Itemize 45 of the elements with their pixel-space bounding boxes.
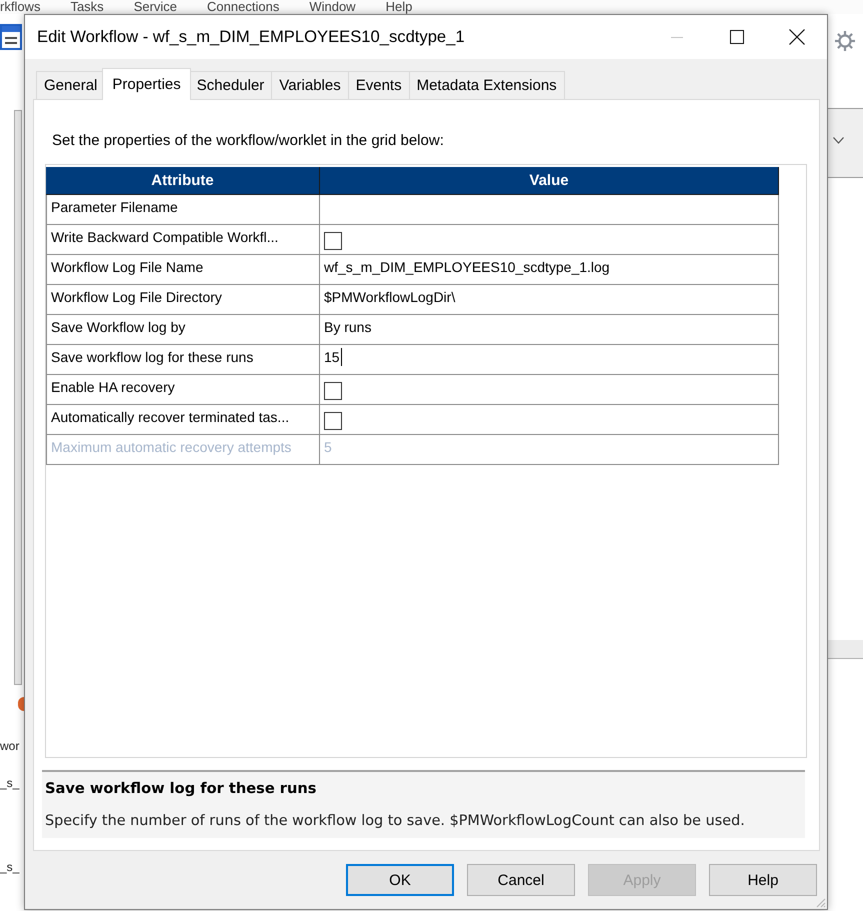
checkbox[interactable] xyxy=(324,412,342,430)
resize-grip-icon[interactable] xyxy=(814,896,826,908)
table-cell: Workflow Log File Directory xyxy=(46,285,320,315)
menu-item[interactable]: Tasks xyxy=(70,0,104,14)
table-cell: By runs xyxy=(320,315,779,345)
description-text: Specify the number of runs of the workflow log to save. $PMWorkflowLogCount can also be used. xyxy=(45,813,746,830)
tab[interactable]: Metadata Extensions xyxy=(408,71,565,99)
scrollbar[interactable] xyxy=(14,110,22,685)
instruction-text: Set the properties of the workflow/worklet in the grid below: xyxy=(52,132,444,149)
table-cell: Save Workflow log by xyxy=(46,315,320,345)
close-icon xyxy=(789,29,805,45)
menu-item[interactable]: rkflows xyxy=(0,0,40,14)
menu-item[interactable]: Window xyxy=(309,0,356,14)
list-text: _s_ xyxy=(0,860,20,875)
table-cell: Automatically recover terminated tas... xyxy=(46,405,320,435)
maximize-icon xyxy=(730,30,744,44)
window-icon[interactable] xyxy=(0,24,22,50)
checkbox[interactable] xyxy=(324,382,342,400)
dialog-button[interactable]: Cancel xyxy=(467,864,575,896)
list-text: wor xyxy=(0,739,20,754)
table-cell: Maximum automatic recovery attempts xyxy=(46,435,320,465)
table-cell: Parameter Filename xyxy=(46,195,320,225)
input-field[interactable]: 15 xyxy=(320,345,779,375)
column-header: Value xyxy=(320,167,779,195)
description-title: Save workflow log for these runs xyxy=(45,780,318,798)
list-text: _s_ xyxy=(0,776,20,791)
table-cell: Workflow Log File Name xyxy=(46,255,320,285)
dialog-button[interactable]: OK xyxy=(346,864,454,896)
tab[interactable]: Properties xyxy=(102,68,191,100)
gear-icon[interactable] xyxy=(834,30,856,52)
menu-item[interactable]: Connections xyxy=(207,0,280,14)
chevron-down-icon[interactable] xyxy=(833,137,844,144)
table-cell: Write Backward Compatible Workfl... xyxy=(46,225,320,255)
column-header: Attribute xyxy=(46,167,320,195)
table-cell: wf_s_m_DIM_EMPLOYEES10_scdtype_1.log xyxy=(320,255,779,285)
window-title: Edit Workflow - wf_s_m_DIM_EMPLOYEES10_scdtype_1 xyxy=(37,27,466,47)
table-cell: 5 xyxy=(320,435,779,465)
checkbox[interactable] xyxy=(324,232,342,250)
minimize-icon xyxy=(671,36,683,38)
table-cell: Save workflow log for these runs xyxy=(46,345,320,375)
menu-item[interactable]: Service xyxy=(134,0,178,14)
table-cell: Enable HA recovery xyxy=(46,375,320,405)
dialog-button[interactable]: Help xyxy=(709,864,817,896)
table-cell: $PMWorkflowLogDir\ xyxy=(320,285,779,315)
menu-item[interactable]: Help xyxy=(386,0,412,14)
